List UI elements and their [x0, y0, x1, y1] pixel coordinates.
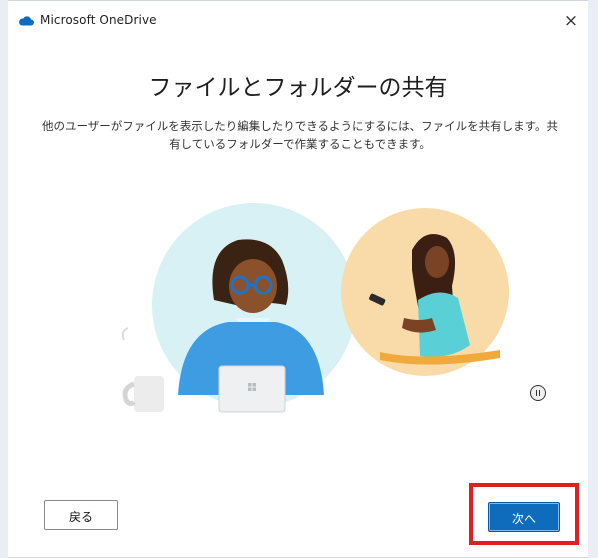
laptop [218, 365, 286, 413]
coffee-mug [134, 376, 164, 412]
back-button[interactable]: 戻る [44, 500, 118, 530]
next-button[interactable]: 次へ [488, 502, 560, 532]
sharing-illustration [121, 203, 509, 413]
mug-handle [122, 381, 136, 407]
pause-icon[interactable] [530, 385, 546, 401]
steam [121, 327, 129, 341]
person-right-face [425, 246, 449, 278]
